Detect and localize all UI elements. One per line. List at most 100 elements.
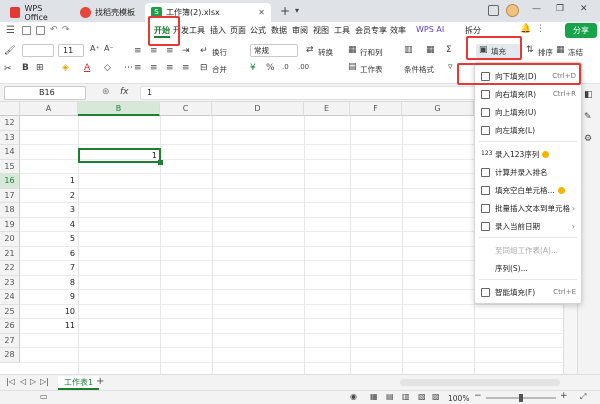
row-header[interactable]: 15 — [0, 159, 20, 174]
cell-a21[interactable]: 6 — [20, 249, 75, 258]
prev-sheet-icon[interactable]: ◁ — [20, 377, 26, 386]
indent-icon[interactable]: ⇥ — [182, 46, 190, 56]
cell-a25[interactable]: 10 — [20, 307, 75, 316]
menu-wps-ai[interactable]: WPS AI — [416, 25, 444, 34]
cell-a18[interactable]: 3 — [20, 205, 75, 214]
undo-icon[interactable]: ↶ — [50, 25, 58, 35]
font-name-select[interactable] — [22, 44, 54, 57]
font-color-icon[interactable]: A — [84, 63, 90, 73]
cell-a17[interactable]: 2 — [20, 191, 75, 200]
row-header[interactable]: 28 — [0, 348, 20, 363]
tab-list-button[interactable]: ▾ — [295, 6, 299, 15]
more-format-icon[interactable]: ⋯ — [124, 63, 133, 73]
redo-icon[interactable]: ↷ — [62, 25, 70, 35]
col-header-a[interactable]: A — [20, 102, 78, 116]
menu-review[interactable]: 审阅 — [292, 25, 308, 36]
merge-button[interactable]: 合并 — [212, 64, 227, 75]
sum-icon[interactable]: Σ — [446, 45, 452, 55]
row-header[interactable]: 14 — [0, 145, 20, 160]
menu-fill-up[interactable]: 向上填充(U) — [475, 103, 581, 121]
reading-view-icon[interactable]: ▨ — [432, 392, 440, 401]
row-header[interactable]: 18 — [0, 203, 20, 218]
row-header[interactable]: 17 — [0, 188, 20, 203]
menu-view[interactable]: 视图 — [313, 25, 329, 36]
freeze-button[interactable]: 冻结 — [568, 47, 583, 58]
percent-icon[interactable]: % — [266, 63, 275, 73]
col-header-b[interactable]: B — [78, 102, 160, 116]
row-header[interactable]: 21 — [0, 246, 20, 261]
zoom-out-icon[interactable]: − — [474, 391, 482, 401]
menu-batch-insert-text[interactable]: 批量插入文本到单元格 › — [475, 199, 581, 217]
cell-a22[interactable]: 7 — [20, 263, 75, 272]
menu-series[interactable]: 序列(S)... — [475, 259, 581, 277]
filter-icon[interactable]: ▿ — [448, 62, 453, 72]
last-sheet-icon[interactable]: ▷| — [40, 377, 49, 386]
row-header[interactable]: 13 — [0, 130, 20, 145]
close-tab-icon[interactable]: ✕ — [258, 8, 265, 17]
select-all-corner[interactable] — [0, 102, 20, 116]
window-icon[interactable] — [488, 5, 499, 16]
row-header[interactable]: 27 — [0, 333, 20, 348]
align-left-icon[interactable]: ≡ — [134, 63, 142, 73]
menu-data[interactable]: 数据 — [271, 25, 287, 36]
format-painter-icon[interactable]: 🖌 — [4, 46, 15, 56]
horizontal-scrollbar[interactable] — [400, 379, 560, 386]
first-sheet-icon[interactable]: |◁ — [6, 377, 15, 386]
eye-icon[interactable]: ◉ — [350, 392, 357, 401]
zoom-slider-thumb[interactable] — [519, 394, 523, 402]
shrink-font-icon[interactable]: A⁻ — [104, 44, 114, 53]
zoom-level[interactable]: 100% — [448, 394, 469, 403]
tab-wps-office[interactable]: WPS Office — [4, 3, 72, 22]
cut-icon[interactable]: ✂ — [4, 64, 12, 74]
sheet-tab[interactable]: 工作表1 — [58, 376, 100, 390]
fill-color-icon[interactable]: ◈ — [62, 63, 69, 73]
close-window-button[interactable]: ✕ — [580, 4, 588, 14]
menu-member[interactable]: 会员专享 — [355, 25, 387, 36]
menu-fill-left[interactable]: 向左填充(L) — [475, 121, 581, 139]
row-header[interactable]: 12 — [0, 116, 20, 131]
cell-a20[interactable]: 5 — [20, 234, 75, 243]
align-center-icon[interactable]: ≡ — [150, 63, 158, 73]
tab-template[interactable]: 找稻壳模板 — [74, 3, 142, 22]
name-box[interactable]: B16 — [4, 86, 86, 100]
fullscreen-icon[interactable]: ⤢ — [580, 392, 586, 402]
cell-a24[interactable]: 9 — [20, 292, 75, 301]
share-button[interactable]: 分享 — [565, 23, 597, 38]
border-icon[interactable]: ⊞ — [36, 63, 44, 73]
fx-icon[interactable]: fx — [120, 87, 129, 97]
sidebar-icon-3[interactable]: ⚙ — [584, 134, 592, 144]
menu-enter-current-date[interactable]: 录入当前日期 › — [475, 217, 581, 235]
cell-style-icon[interactable]: ▥ — [404, 45, 413, 55]
worksheet-button[interactable]: 工作表 — [360, 64, 383, 75]
avatar[interactable] — [506, 4, 519, 17]
row-header[interactable]: 20 — [0, 232, 20, 247]
currency-icon[interactable]: ¥ — [250, 63, 256, 73]
menu-tools[interactable]: 工具 — [334, 25, 350, 36]
sidebar-icon-2[interactable]: ✎ — [584, 112, 592, 122]
row-header[interactable]: 24 — [0, 290, 20, 305]
menu-enter-123-sequence[interactable]: 123 录入123序列 — [475, 145, 581, 163]
cell-a23[interactable]: 8 — [20, 278, 75, 287]
sidebar-icon-1[interactable]: ◧ — [584, 90, 593, 100]
selected-cell-b16[interactable]: 1 — [78, 148, 163, 165]
col-header-g[interactable]: G — [402, 102, 474, 116]
decimal-increase-icon[interactable]: .0 — [282, 63, 289, 71]
menu-page[interactable]: 页面 — [230, 25, 246, 36]
menu-formula[interactable]: 公式 — [250, 25, 266, 36]
align-right-icon[interactable]: ≡ — [166, 63, 174, 73]
row-header[interactable]: 16 — [0, 174, 20, 189]
cell-a26[interactable]: 11 — [20, 321, 75, 330]
menu-split[interactable]: 拆分 — [465, 25, 481, 36]
file-icon[interactable] — [22, 26, 31, 35]
grid-view-icon[interactable]: ▦ — [370, 392, 378, 401]
row-header[interactable]: 19 — [0, 217, 20, 232]
bell-icon[interactable]: 🔔 — [520, 24, 531, 34]
row-header[interactable]: 25 — [0, 304, 20, 319]
menu-smart-fill[interactable]: 智能填充(F) Ctrl+E — [475, 283, 581, 301]
menu-insert[interactable]: 插入 — [210, 25, 226, 36]
sort-button[interactable]: 排序 — [538, 47, 553, 58]
cond-format-button[interactable]: 条件格式 — [404, 64, 434, 75]
row-header[interactable]: 23 — [0, 275, 20, 290]
grow-font-icon[interactable]: A⁺ — [90, 44, 100, 53]
col-header-c[interactable]: C — [160, 102, 212, 116]
